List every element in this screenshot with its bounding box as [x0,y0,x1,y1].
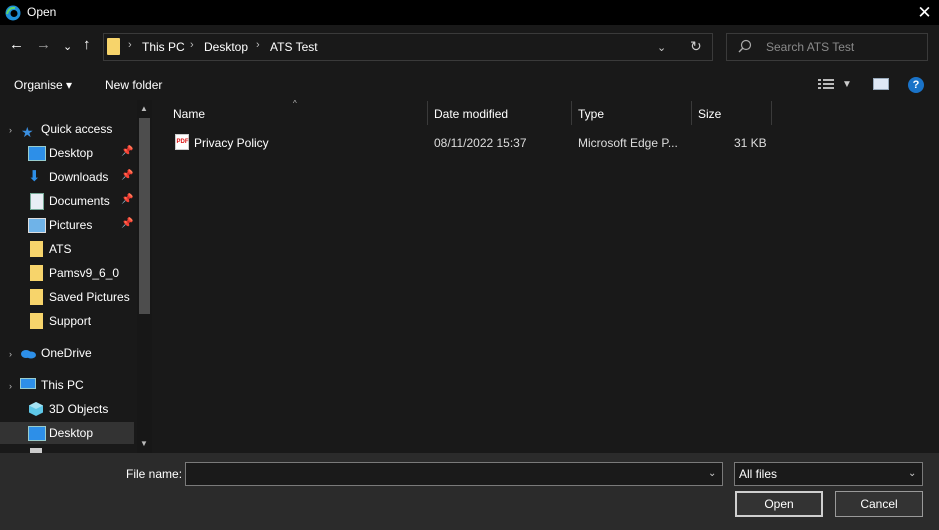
column-header-name[interactable]: Name [173,107,205,121]
sidebar-item-label: Documents [49,194,110,208]
documents-icon [30,193,44,210]
back-button[interactable]: ← [9,36,24,53]
address-bar[interactable] [103,33,713,61]
chevron-down-icon[interactable]: ⌄ [908,468,916,479]
breadcrumb-separator: › [128,39,132,51]
chevron-down-icon[interactable]: ⌄ [708,468,716,479]
breadcrumb-separator: › [190,39,194,51]
sort-ascending-icon: ^ [293,99,297,108]
sidebar-item-downloads[interactable]: ⬇ Downloads 📌 [0,166,134,188]
sidebar-item-label: ATS [49,242,72,256]
breadcrumb-ats-test[interactable]: ATS Test [270,40,318,54]
breadcrumb-separator: › [256,39,260,51]
onedrive-icon [21,350,36,359]
help-icon[interactable]: ? [908,77,924,93]
file-type-cell: Microsoft Edge P... [578,136,678,150]
file-type-value: All files [739,467,778,481]
window-title: Open [27,5,57,19]
scroll-down-icon[interactable]: ▼ [140,439,148,448]
sidebar-item-label: Saved Pictures [49,290,130,304]
breadcrumb-this-pc[interactable]: This PC [142,40,185,54]
sidebar-item-pc-desktop[interactable]: Desktop [0,422,134,444]
scroll-up-icon[interactable]: ▲ [140,104,148,113]
sidebar-item-ats[interactable]: ATS [0,238,134,260]
pin-icon: 📌 [121,218,134,229]
pdf-icon-text: PDF [176,139,189,145]
sidebar-item-3d-objects[interactable]: 3D Objects [0,398,134,420]
file-name-input[interactable] [185,462,723,486]
view-options-dropdown[interactable]: ▼ [842,79,852,90]
file-date-cell: 08/11/2022 15:37 [434,136,527,150]
sidebar-item-label: Support [49,314,92,328]
sidebar-onedrive[interactable]: OneDrive [41,346,92,360]
forward-button[interactable]: → [36,36,51,53]
title-bar [0,0,939,25]
this-pc-icon [20,378,36,389]
sidebar-item-label: Pamsv9_6_0 [49,266,120,280]
column-divider[interactable] [691,101,692,125]
sidebar-item-support[interactable]: Support [0,310,134,332]
pictures-icon [28,218,46,233]
pin-icon: 📌 [121,194,134,205]
sidebar-quick-access[interactable]: Quick access [41,122,112,136]
file-size-cell: 31 KB [734,136,767,150]
pin-icon: 📌 [121,170,134,181]
file-name-label: File name: [126,467,183,481]
scrollbar-thumb[interactable] [139,118,150,314]
open-button[interactable]: Open [735,491,823,517]
recent-locations-button[interactable]: ⌄ [63,40,72,53]
chevron-right-icon[interactable]: › [9,381,12,391]
breadcrumb-desktop[interactable]: Desktop [204,40,248,54]
cancel-button[interactable]: Cancel [835,491,923,517]
sidebar-item-label: Downloads [49,170,109,184]
desktop-icon [28,146,46,161]
organise-button[interactable]: Organise ▾ [14,78,72,92]
close-button[interactable]: ✕ [910,0,939,25]
sidebar-item-label: 3D Objects [49,402,109,416]
folder-icon [107,38,120,55]
edge-logo-icon [5,5,21,21]
column-divider[interactable] [571,101,572,125]
preview-pane-icon[interactable] [873,78,889,90]
file-name-cell[interactable]: Privacy Policy [194,136,269,150]
pdf-icon: PDF [175,134,189,150]
column-divider[interactable] [427,101,428,125]
sidebar-this-pc[interactable]: This PC [41,378,84,392]
search-icon [738,39,752,53]
star-icon: ★ [21,124,34,140]
column-header-date[interactable]: Date modified [434,107,508,121]
search-placeholder: Search ATS Test [766,40,855,54]
refresh-icon[interactable]: ↻ [690,38,702,55]
sidebar-item-pamsv9[interactable]: Pamsv9_6_0 [0,262,134,284]
folder-icon [30,289,43,305]
chevron-down-icon[interactable]: ⌄ [657,41,666,54]
new-folder-button[interactable]: New folder [105,78,162,92]
column-header-size[interactable]: Size [698,107,721,121]
pin-icon: 📌 [121,146,134,157]
sidebar-item-documents[interactable]: Documents 📌 [0,190,134,212]
3d-objects-icon [29,402,43,416]
sidebar-item-desktop[interactable]: Desktop 📌 [0,142,134,164]
sidebar-item-saved-pictures[interactable]: Saved Pictures [0,286,134,308]
folder-icon [30,241,43,257]
column-divider[interactable] [771,101,772,125]
folder-icon [30,265,43,281]
download-icon: ⬇ [28,168,41,185]
chevron-right-icon[interactable]: › [9,125,12,135]
sidebar-item-label: Pictures [49,218,93,232]
column-header-type[interactable]: Type [578,107,604,121]
view-details-icon[interactable] [818,78,834,90]
sidebar-item-label: Desktop [49,146,94,160]
sidebar-item-pictures[interactable]: Pictures 📌 [0,214,134,236]
folder-icon [30,313,43,329]
sidebar-item-label: Desktop [49,426,94,440]
desktop-icon [28,426,46,441]
up-button[interactable]: ↑ [83,36,91,53]
chevron-right-icon[interactable]: › [9,349,12,359]
